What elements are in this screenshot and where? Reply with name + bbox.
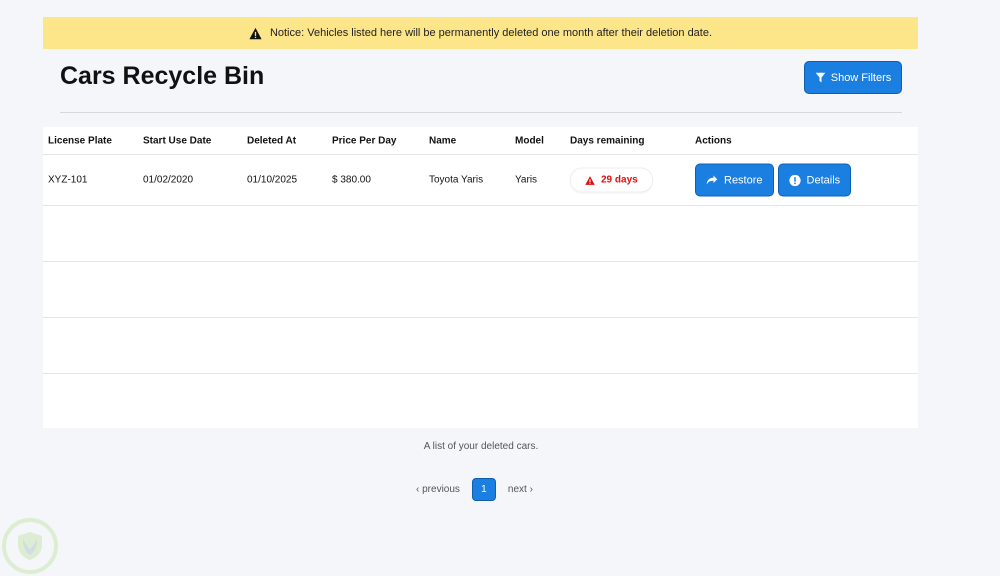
empty-row	[43, 318, 918, 374]
column-header: Actions	[695, 135, 732, 146]
days-remaining-badge: 29 days	[570, 167, 653, 193]
cars-table: License Plate Start Use Date Deleted At …	[43, 127, 918, 428]
empty-row	[43, 374, 918, 430]
column-header: Deleted At	[247, 135, 297, 146]
show-filters-label: Show Filters	[830, 71, 892, 84]
notice-banner: Notice: Vehicles listed here will be per…	[43, 17, 918, 49]
restore-label: Restore	[724, 174, 763, 186]
row-actions: Restore Details	[695, 163, 855, 197]
shield-icon	[18, 532, 42, 560]
empty-row	[43, 206, 918, 262]
empty-row	[43, 262, 918, 318]
car-name: Toyota Yaris	[429, 174, 484, 186]
page-button-1[interactable]: 1	[471, 478, 496, 501]
column-header: Name	[429, 135, 457, 146]
column-header: Model	[515, 135, 544, 146]
license-plate: XYZ-101	[48, 174, 88, 186]
warning-icon	[249, 27, 262, 39]
details-button[interactable]: Details	[777, 163, 852, 197]
details-label: Details	[806, 174, 841, 186]
next-page-link[interactable]: next ›	[508, 484, 533, 495]
restore-button[interactable]: Restore	[695, 163, 774, 197]
filter-icon	[815, 72, 826, 83]
price-per-day: $ 380.00	[332, 174, 371, 186]
pagination: ‹ previous 1 next ›	[416, 478, 533, 501]
notice-text: Notice: Vehicles listed here will be per…	[269, 27, 713, 39]
previous-label: previous	[422, 484, 460, 495]
start-use-date: 01/02/2020	[143, 174, 194, 186]
exclamation-circle-icon	[788, 174, 801, 186]
table-header: License Plate Start Use Date Deleted At …	[43, 127, 918, 155]
previous-page-link[interactable]: ‹ previous	[416, 484, 460, 495]
column-header: Start Use Date	[143, 135, 212, 146]
days-remaining-text: 29 days	[601, 174, 638, 186]
next-label: next	[507, 484, 527, 495]
column-header: Days remaining	[570, 135, 645, 146]
car-model: Yaris	[515, 174, 538, 186]
warning-icon	[585, 175, 595, 185]
divider	[60, 112, 902, 113]
watermark-logo	[2, 518, 58, 574]
show-filters-button[interactable]: Show Filters	[804, 61, 902, 94]
column-header: License Plate	[48, 135, 112, 146]
deleted-at: 01/10/2025	[247, 174, 298, 186]
share-arrow-icon	[706, 175, 718, 185]
column-header: Price Per Day	[332, 135, 397, 146]
table-caption: A list of your deleted cars.	[423, 441, 539, 452]
page-title: Cars Recycle Bin	[60, 62, 265, 90]
table-row: XYZ-101 01/02/2020 01/10/2025 $ 380.00 T…	[43, 155, 918, 206]
